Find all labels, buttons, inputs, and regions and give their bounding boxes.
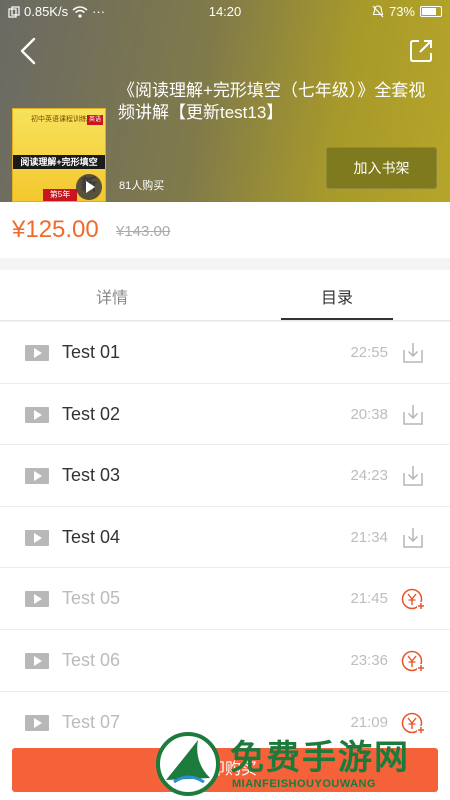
lesson-name: Test 07 [62, 711, 121, 732]
video-icon [25, 591, 49, 608]
share-icon[interactable] [408, 38, 434, 64]
lesson-duration: 21:45 [350, 590, 388, 608]
video-icon [25, 652, 49, 669]
lesson-duration: 23:36 [350, 651, 388, 669]
status-bar: 0.85K/s ··· 14:20 73% [0, 0, 450, 24]
lesson-duration: 24:23 [350, 467, 388, 485]
lesson-row[interactable]: Test 05 21:45 [0, 568, 450, 630]
lesson-name: Test 03 [62, 465, 121, 486]
lesson-name: Test 02 [62, 403, 121, 424]
tab-bar: 详情 目录 [0, 270, 450, 321]
price-bar: ¥125.00 ¥143.00 [0, 202, 450, 258]
lesson-name: Test 01 [62, 342, 121, 362]
lesson-list: Test 01 22:55 Test 02 20:38 Test 03 24:2… [0, 322, 450, 754]
tab-catalog[interactable]: 目录 [287, 284, 387, 308]
lesson-duration: 20:38 [350, 405, 388, 423]
download-icon[interactable] [401, 403, 425, 427]
download-icon[interactable] [401, 341, 425, 365]
current-price: ¥125.00 [12, 216, 99, 243]
original-price: ¥143.00 [116, 223, 171, 240]
lesson-name: Test 04 [62, 526, 121, 547]
lesson-row[interactable]: Test 01 22:55 [0, 322, 450, 384]
active-tab-indicator [281, 318, 393, 320]
video-icon [25, 468, 49, 485]
preview-play-button[interactable] [76, 174, 102, 200]
watermark-logo-icon [156, 732, 220, 796]
bell-muted-icon [372, 5, 384, 18]
watermark: 免费手游网 MIANFEISHOUYOUWANG [150, 728, 450, 800]
buyer-count: 81人购买 [119, 180, 165, 192]
lesson-name: Test 05 [62, 588, 121, 609]
lesson-row[interactable]: Test 06 23:36 [0, 629, 450, 692]
watermark-subtext: MIANFEISHOUYOUWANG [232, 778, 377, 790]
back-arrow-icon[interactable] [14, 36, 42, 66]
status-right: 73% [372, 4, 442, 19]
battery-percent: 73% [388, 4, 415, 19]
video-icon [25, 345, 49, 361]
course-header: 0.85K/s ··· 14:20 73% 英语 初中英语课程训练 阅读理解+完… [0, 0, 450, 202]
lesson-duration: 22:55 [350, 344, 388, 361]
download-icon[interactable] [401, 464, 425, 488]
paid-icon[interactable] [401, 587, 425, 611]
tab-details[interactable]: 详情 [62, 284, 162, 308]
lesson-row[interactable]: Test 04 21:34 [0, 506, 450, 569]
course-title: 《阅读理解+完形填空（七年级）》全套视频讲解【更新test13】 [118, 81, 426, 122]
add-to-shelf-button[interactable]: 加入书架 [326, 147, 437, 189]
lesson-row[interactable]: Test 03 24:23 [0, 445, 450, 507]
video-icon [25, 714, 49, 731]
cover-top-text: 初中英语课程训练 [31, 116, 87, 123]
lesson-name: Test 06 [62, 649, 121, 670]
cover-main-text: 阅读理解+完形填空 [13, 155, 105, 169]
lesson-duration: 21:34 [350, 528, 388, 546]
battery-icon [420, 6, 442, 17]
paid-icon[interactable] [401, 649, 425, 673]
watermark-text: 免费手游网 [230, 738, 410, 778]
cover-tag: 第5年 [43, 189, 77, 201]
video-icon [25, 529, 49, 546]
download-icon[interactable] [401, 526, 425, 550]
lesson-row[interactable]: Test 02 20:38 [0, 383, 450, 446]
play-icon [86, 181, 95, 193]
video-icon [25, 406, 49, 423]
